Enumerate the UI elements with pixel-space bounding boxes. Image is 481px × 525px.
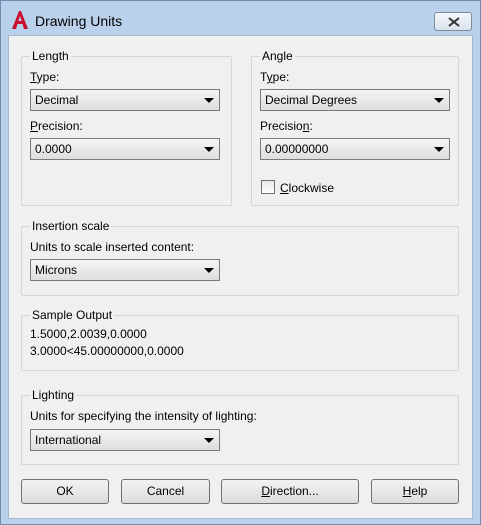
close-button[interactable] [434,12,472,31]
angle-precision-label: Precision: [260,119,313,133]
chevron-down-icon [204,268,214,273]
angle-group-title: Angle [260,49,295,63]
title-bar[interactable]: Drawing Units [1,1,480,35]
cancel-button[interactable]: Cancel [121,479,210,504]
help-label-rest: elp [411,484,428,498]
length-type-label-rest: ype: [36,70,60,84]
window-title: Drawing Units [35,13,123,29]
length-type-value: Decimal [35,93,79,107]
sample-output-group: Sample Output [21,308,459,371]
sample-output-line-1: 1.5000,2.0039,0.0000 [30,327,147,341]
autocad-app-icon [12,11,28,29]
chevron-down-icon [434,98,444,103]
chevron-down-icon [434,147,444,152]
sample-output-line-2: 3.0000<45.00000000,0.0000 [30,344,184,358]
length-type-label: Type: [30,70,59,84]
lighting-units-select[interactable]: International [30,429,220,451]
length-type-mnemonic: T [30,70,37,84]
lighting-units-value: International [35,433,102,447]
clockwise-label-rest: lockwise [288,181,335,195]
angle-type-select[interactable]: Decimal Degrees [260,89,450,111]
length-precision-mnemonic: P [30,119,39,133]
length-precision-label-rest: recision: [38,119,83,133]
angle-precision-select[interactable]: 0.00000000 [260,138,450,160]
angle-type-label-rest: pe: [272,70,290,84]
clockwise-checkbox[interactable] [261,180,275,194]
direction-button[interactable]: Direction... [221,479,359,504]
angle-precision-label-rest: : [309,119,313,133]
help-button[interactable]: Help [371,479,459,504]
dialog-window: Drawing Units Length Type: Decimal Preci… [0,0,481,525]
insertion-units-value: Microns [35,263,78,277]
length-type-select[interactable]: Decimal [30,89,220,111]
length-precision-value: 0.0000 [35,142,72,156]
ok-button[interactable]: OK [21,479,109,504]
angle-type-label-pre: T [260,70,267,84]
insertion-scale-group-title: Insertion scale [30,219,112,233]
insertion-units-select[interactable]: Microns [30,259,220,281]
angle-type-value: Decimal Degrees [265,93,358,107]
angle-precision-value: 0.00000000 [265,142,329,156]
insertion-units-label: Units to scale inserted content: [30,240,195,254]
direction-mnemonic: D [261,484,270,498]
clockwise-label[interactable]: Clockwise [280,181,334,195]
chevron-down-icon [204,438,214,443]
dialog-body: Length Type: Decimal Precision: 0.0000 A… [8,35,473,519]
angle-type-label: Type: [260,70,289,84]
close-icon [448,17,460,27]
length-precision-select[interactable]: 0.0000 [30,138,220,160]
chevron-down-icon [204,147,214,152]
angle-precision-label-pre: Precisio [260,119,303,133]
length-precision-label: Precision: [30,119,83,133]
sample-output-group-title: Sample Output [30,308,115,322]
length-group-title: Length [30,49,71,63]
lighting-group-title: Lighting [30,388,77,402]
lighting-units-label: Units for specifying the intensity of li… [30,409,257,423]
clockwise-mnemonic: C [280,181,289,195]
chevron-down-icon [204,98,214,103]
direction-label-rest: irection... [269,484,319,498]
